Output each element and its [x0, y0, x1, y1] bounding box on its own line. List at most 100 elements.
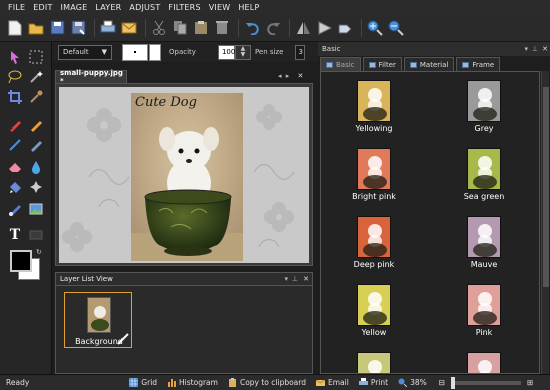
copy-to-clipboard-button[interactable]: Copy to clipboard	[228, 378, 306, 387]
effect-label: Grey	[474, 124, 494, 133]
paste-icon[interactable]	[192, 19, 210, 37]
pin-icon[interactable]: ⊥	[292, 275, 298, 283]
layer-list-title: Layer List View	[60, 275, 113, 283]
clone-stamp-icon[interactable]	[6, 200, 24, 218]
menu-filters[interactable]: FILTERS	[164, 3, 204, 12]
image-insert-icon[interactable]	[27, 200, 45, 218]
effect-item[interactable]: Yellowing	[339, 80, 409, 133]
opacity-input[interactable]: 100	[217, 44, 235, 60]
zoom-slider[interactable]	[451, 376, 522, 389]
handwritten-caption: Cute Dog	[135, 95, 197, 110]
save-icon[interactable]	[48, 19, 66, 37]
zoom-indicator: 38%	[398, 378, 427, 387]
menu-layer[interactable]: LAYER	[91, 3, 125, 12]
shape-rect-icon[interactable]	[27, 226, 45, 244]
redo-icon[interactable]	[264, 19, 282, 37]
tab-basic[interactable]: Basic	[320, 57, 361, 71]
undo-icon[interactable]	[243, 19, 261, 37]
flip-icon[interactable]	[294, 19, 312, 37]
print-icon[interactable]	[99, 19, 117, 37]
menu-file[interactable]: FILE	[4, 3, 29, 12]
effect-item[interactable]: Yellow	[339, 284, 409, 337]
brush-icon	[117, 333, 129, 345]
layer-list-header: Layer List View ▾ ⊥ ✕	[55, 272, 313, 286]
crop-icon[interactable]	[6, 88, 24, 106]
effect-item[interactable]: Bright pink	[339, 148, 409, 201]
new-file-icon[interactable]	[6, 19, 24, 37]
effect-item[interactable]	[449, 352, 519, 373]
opacity-stepper[interactable]: ▲ ▼	[234, 44, 251, 60]
layer-item[interactable]: Background	[64, 292, 132, 348]
effect-thumbnail	[467, 80, 501, 122]
magic-wand-icon[interactable]	[27, 68, 45, 86]
effects-scrollbar[interactable]	[541, 71, 549, 374]
tab-frame[interactable]: Frame	[456, 57, 501, 71]
puppy-photo[interactable]: Cute Dog	[131, 93, 243, 261]
close-icon[interactable]: ✕	[303, 275, 309, 283]
pointer-icon[interactable]	[6, 48, 24, 66]
cut-icon[interactable]	[150, 19, 168, 37]
save-as-icon[interactable]	[69, 19, 87, 37]
effect-item[interactable]: Grey	[449, 80, 519, 133]
swap-colors-icon[interactable]: ↻	[36, 248, 42, 256]
nav-left-icon[interactable]: ◂	[278, 72, 282, 80]
pen-size-input[interactable]: 3	[295, 44, 306, 60]
dropdown-icon[interactable]: ▾	[524, 45, 528, 53]
menu-image[interactable]: IMAGE	[57, 3, 92, 12]
tab-material[interactable]: Material	[403, 57, 455, 71]
print-button[interactable]: Print	[358, 378, 388, 387]
effect-label: Sea green	[463, 192, 505, 201]
layer-thumbnail	[87, 297, 111, 333]
effect-item[interactable]	[339, 352, 409, 373]
zoom-in-small-icon[interactable]: ⊞	[527, 378, 533, 387]
nav-right-icon[interactable]: ▸	[286, 72, 290, 80]
tab-filter[interactable]: Filter	[362, 57, 402, 71]
pencil-icon[interactable]	[6, 116, 24, 134]
sharpen-icon[interactable]	[27, 178, 45, 196]
zoom-in-icon[interactable]	[366, 19, 384, 37]
menu-view[interactable]: VIEW	[205, 3, 235, 12]
effect-label: Yellowing	[355, 124, 393, 133]
blur-drop-icon[interactable]	[27, 158, 45, 176]
image-canvas[interactable]: Cute Dog	[59, 87, 309, 263]
open-folder-icon[interactable]	[27, 19, 45, 37]
eraser-icon[interactable]	[6, 158, 24, 176]
effect-item[interactable]: Sea green	[449, 148, 519, 201]
marquee-icon[interactable]	[27, 48, 45, 66]
smudge-icon[interactable]	[27, 136, 45, 154]
dropdown-icon[interactable]: ▾	[284, 275, 288, 283]
foreground-color-swatch[interactable]	[10, 250, 32, 272]
zoom-out-icon[interactable]	[387, 19, 405, 37]
fill-bucket-icon[interactable]	[6, 178, 24, 196]
copy-icon[interactable]	[171, 19, 189, 37]
text-tool-icon[interactable]: T	[6, 226, 24, 244]
zoom-out-small-icon[interactable]: ⊟	[439, 378, 445, 387]
email-icon[interactable]	[120, 19, 138, 37]
filter-tab-icon	[368, 61, 376, 68]
brush-icon[interactable]	[27, 116, 45, 134]
line-icon[interactable]	[6, 136, 24, 154]
grid-button[interactable]: Grid	[129, 378, 157, 387]
close-icon[interactable]: ✕	[298, 72, 304, 80]
eyedropper-icon[interactable]	[27, 88, 45, 106]
brush-preview-arrow[interactable]	[149, 43, 161, 61]
effect-item[interactable]: Deep pink	[339, 216, 409, 269]
zoom-slider-thumb[interactable]	[451, 376, 456, 389]
blend-mode-dropdown[interactable]: Default ▼	[58, 44, 112, 60]
rotate-cw-icon[interactable]	[336, 19, 354, 37]
brush-preview[interactable]	[122, 43, 148, 61]
menu-help[interactable]: HELP	[234, 3, 263, 12]
scrollbar-thumb[interactable]	[543, 87, 549, 287]
email-button[interactable]: Email	[316, 378, 349, 387]
effect-item[interactable]: Pink	[449, 284, 519, 337]
menu-adjust[interactable]: ADJUST	[125, 3, 164, 12]
rotate-icon[interactable]	[315, 19, 333, 37]
menu-edit[interactable]: EDIT	[29, 3, 56, 12]
delete-icon[interactable]	[213, 19, 231, 37]
pin-icon[interactable]: ⊥	[532, 45, 538, 53]
lasso-icon[interactable]	[6, 68, 24, 86]
effect-item[interactable]: Mauve	[449, 216, 519, 269]
document-tab[interactable]: small-puppy.jpg *	[55, 69, 127, 85]
histogram-button[interactable]: Histogram	[167, 378, 218, 387]
close-icon[interactable]: ✕	[542, 45, 548, 53]
